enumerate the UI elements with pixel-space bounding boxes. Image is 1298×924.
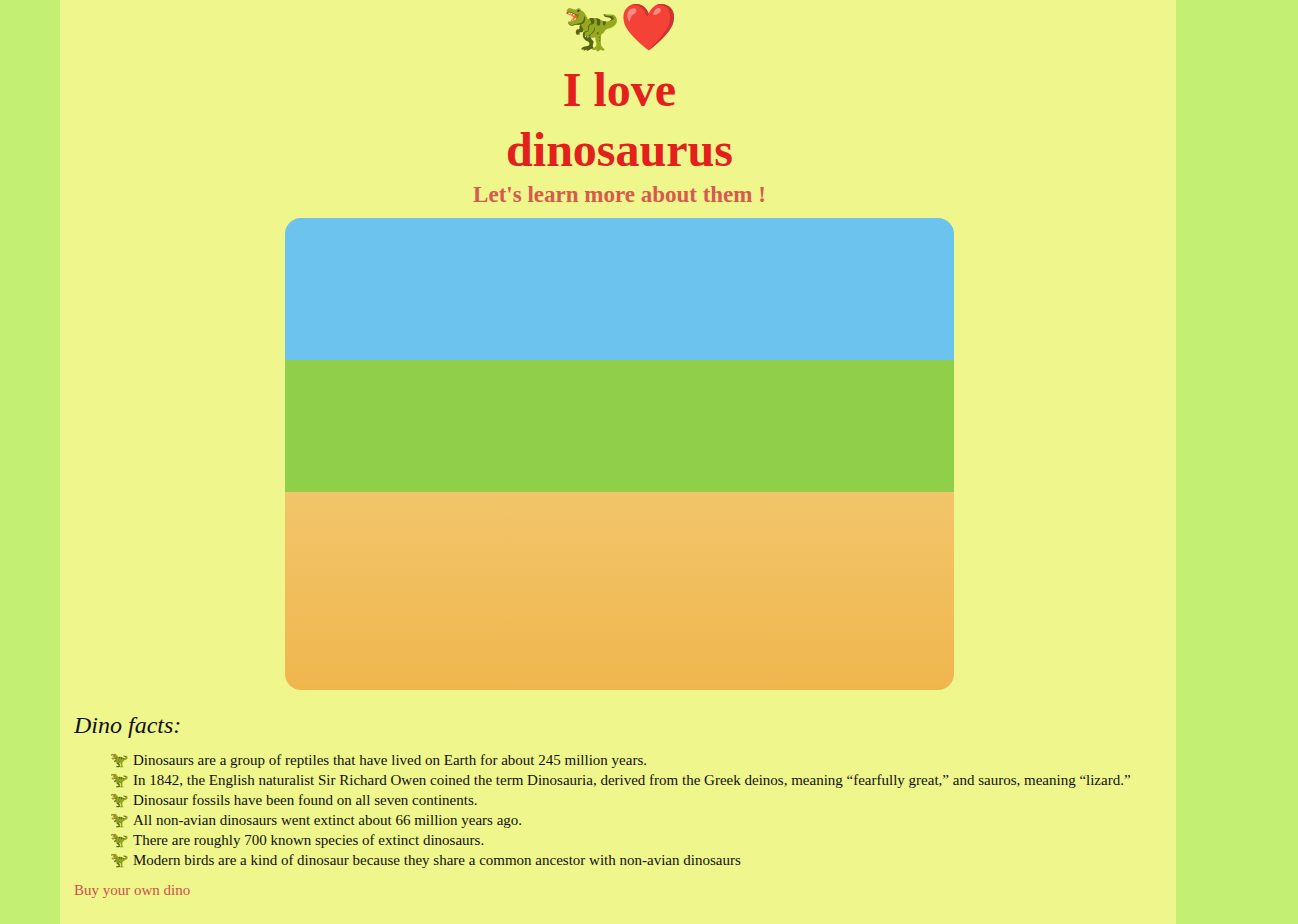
fact-item: 🦖There are roughly 700 known species of … xyxy=(110,830,1165,850)
facts-heading: Dino facts: xyxy=(74,710,1165,740)
dino-icon: 🦖 xyxy=(110,811,129,829)
page-subtitle: Let's learn more about them ! xyxy=(473,180,766,210)
fact-item: 🦖Dinosaurs are a group of reptiles that … xyxy=(110,750,1165,770)
page-title: I love dinosaurus xyxy=(470,60,770,180)
dinosaur-illustration xyxy=(285,218,954,690)
dino-icon: 🦖 xyxy=(110,751,129,769)
buy-link[interactable]: Buy your own dino xyxy=(74,880,190,900)
page-column: 🦖❤️ I love dinosaurusLet's learn more abo… xyxy=(60,0,1176,924)
facts-list: 🦖Dinosaurs are a group of reptiles that … xyxy=(74,750,1165,870)
fact-item: 🦖Modern birds are a kind of dinosaur bec… xyxy=(110,850,1165,870)
dino-heart-icon: 🦖❤️ xyxy=(563,0,677,54)
fact-item: 🦖In 1842, the English naturalist Sir Ric… xyxy=(110,770,1165,790)
dino-icon: 🦖 xyxy=(110,851,129,869)
dino-icon: 🦖 xyxy=(110,771,129,789)
dino-icon: 🦖 xyxy=(110,831,129,849)
dino-icon: 🦖 xyxy=(110,791,129,809)
fact-item: 🦖All non-avian dinosaurs went extinct ab… xyxy=(110,810,1165,830)
page-header: 🦖❤️ I love dinosaurusLet's learn more abo… xyxy=(74,0,1165,690)
fact-item: 🦖Dinosaur fossils have been found on all… xyxy=(110,790,1165,810)
